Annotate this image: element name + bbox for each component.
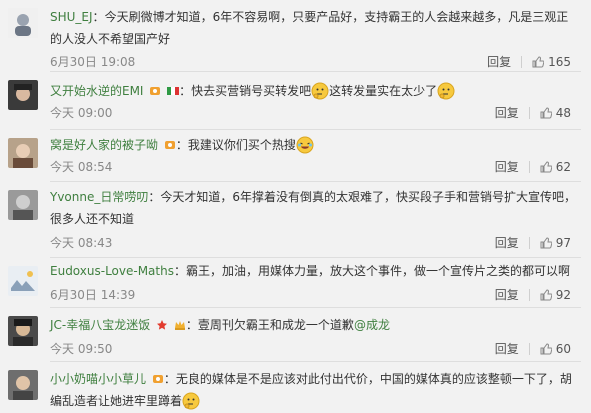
comment-actions: 回复 60	[495, 340, 571, 357]
timestamp: 6月30日 14:39	[50, 288, 136, 302]
username[interactable]: Eudoxus-Love-Maths	[50, 264, 174, 278]
divider	[528, 160, 530, 173]
timestamp: 今天 08:43	[50, 236, 113, 250]
comment-body: 这转发量实在太少了	[329, 84, 438, 98]
star-badge-icon	[157, 320, 168, 330]
crown-badge-icon	[174, 321, 185, 330]
divider	[528, 342, 530, 355]
comment-text: 窝是好人家的被子呦 ：我建议你们买个热搜	[50, 134, 577, 156]
like-count: 48	[555, 105, 571, 120]
comment-text: Yvonne_日常唠叨：今天才知道，6年撑着没有倒真的太艰难了，快买段子手和营销…	[50, 190, 577, 226]
member-badge-icon	[164, 141, 175, 149]
comment-body: 我建议你们买个热搜	[187, 138, 296, 152]
divider	[528, 236, 530, 249]
avatar[interactable]	[8, 138, 38, 168]
divider	[528, 106, 530, 119]
reply-link[interactable]: 回复	[495, 104, 519, 121]
avatar[interactable]	[8, 80, 38, 110]
reply-link[interactable]: 回复	[495, 286, 519, 303]
comment-item: SHU_EJ：今天刷微博才知道，6年不容易啊，只要产品好，支持霸王的人会越来越多…	[0, 0, 591, 72]
divider	[521, 55, 523, 68]
reply-link[interactable]: 回复	[495, 234, 519, 251]
like-count: 92	[555, 287, 571, 302]
comment-text: SHU_EJ：今天刷微博才知道，6年不容易啊，只要产品好，支持霸王的人会越来越多…	[50, 10, 569, 46]
member-badge-icon	[150, 87, 161, 95]
timestamp: 今天 08:54	[50, 160, 113, 174]
like-count: 60	[555, 341, 571, 356]
thinking-emoji-icon	[182, 392, 200, 410]
timestamp: 6月30日 19:08	[50, 55, 136, 69]
username[interactable]: JC-幸福八宝龙迷饭	[50, 318, 150, 332]
username[interactable]: 窝是好人家的被子呦	[50, 138, 158, 152]
thumbs-up-icon[interactable]	[532, 55, 545, 68]
username[interactable]: SHU_EJ	[50, 10, 93, 24]
username[interactable]: 又开始水逆的EMI	[50, 84, 143, 98]
comment-text: Eudoxus-Love-Maths：霸王，加油，用媒体力量，放大这个事件，做一…	[50, 264, 570, 278]
thinking-emoji-icon	[311, 82, 329, 100]
italy-flag-icon	[167, 87, 180, 95]
comment-body: 今天刷微博才知道，6年不容易啊，只要产品好，支持霸王的人会越来越多，凡是三观正的…	[50, 10, 569, 46]
like-count: 165	[548, 54, 571, 69]
timestamp: 今天 09:50	[50, 342, 113, 356]
member-badge-icon	[152, 375, 163, 383]
comment-body: 壹周刊欠霸王和成龙一个道歉	[197, 318, 354, 332]
thinking-emoji-icon	[437, 82, 455, 100]
laugh-emoji-icon	[296, 136, 314, 154]
comment-body: 霸王，加油，用媒体力量，放大这个事件，做一个宣传片之类的都可以啊	[185, 264, 570, 278]
thumbs-up-icon[interactable]	[540, 106, 552, 119]
timestamp: 今天 09:00	[50, 106, 113, 120]
like-count: 97	[555, 235, 571, 250]
comment-list: SHU_EJ：今天刷微博才知道，6年不容易啊，只要产品好，支持霸王的人会越来越多…	[0, 0, 591, 413]
comment-text: JC-幸福八宝龙迷饭 ：壹周刊欠霸王和成龙一个道歉@成龙	[50, 318, 390, 332]
comment-actions: 回复 62	[495, 158, 571, 175]
comment-body: 快去买营销号买转发吧	[191, 84, 312, 98]
comment-item: Yvonne_日常唠叨：今天才知道，6年撑着没有倒真的太艰难了，快买段子手和营销…	[0, 182, 591, 258]
divider	[528, 288, 530, 301]
comment-item: JC-幸福八宝龙迷饭 ：壹周刊欠霸王和成龙一个道歉@成龙 今天 09:50 回复…	[0, 308, 591, 362]
comment-actions: 回复 92	[495, 286, 571, 303]
thumbs-up-icon[interactable]	[540, 342, 552, 355]
thumbs-up-icon[interactable]	[540, 236, 552, 249]
avatar[interactable]	[8, 316, 38, 346]
avatar[interactable]	[8, 190, 38, 220]
mention-link[interactable]: @成龙	[354, 318, 390, 332]
avatar[interactable]	[8, 266, 38, 296]
like-count: 62	[555, 159, 571, 174]
comment-actions: 回复 97	[495, 234, 571, 251]
reply-link[interactable]: 回复	[487, 53, 511, 70]
username[interactable]: Yvonne_日常唠叨	[50, 190, 148, 204]
username[interactable]: 小小奶喵小小草儿	[50, 372, 146, 386]
comment-item: Eudoxus-Love-Maths：霸王，加油，用媒体力量，放大这个事件，做一…	[0, 258, 591, 308]
reply-link[interactable]: 回复	[495, 158, 519, 175]
comment-text: 又开始水逆的EMI ：快去买营销号买转发吧 这转发量实在太少了	[50, 80, 577, 102]
thumbs-up-icon[interactable]	[540, 288, 552, 301]
reply-link[interactable]: 回复	[495, 340, 519, 357]
thumbs-up-icon[interactable]	[540, 160, 552, 173]
comment-item: 小小奶喵小小草儿 ：无良的媒体是不是应该对此付出代价，中国的媒体真的应该整顿一下…	[0, 362, 591, 413]
comment-item: 窝是好人家的被子呦 ：我建议你们买个热搜 今天 08:54 回复 62	[0, 130, 591, 182]
comment-text: 小小奶喵小小草儿 ：无良的媒体是不是应该对此付出代价，中国的媒体真的应该整顿一下…	[50, 372, 572, 410]
comment-actions: 回复 165	[487, 53, 571, 70]
comment-item: 又开始水逆的EMI ：快去买营销号买转发吧 这转发量实在太少了 今天 09:00 …	[0, 72, 591, 130]
comment-actions: 回复 48	[495, 104, 571, 121]
avatar[interactable]	[8, 8, 38, 38]
avatar[interactable]	[8, 370, 38, 400]
